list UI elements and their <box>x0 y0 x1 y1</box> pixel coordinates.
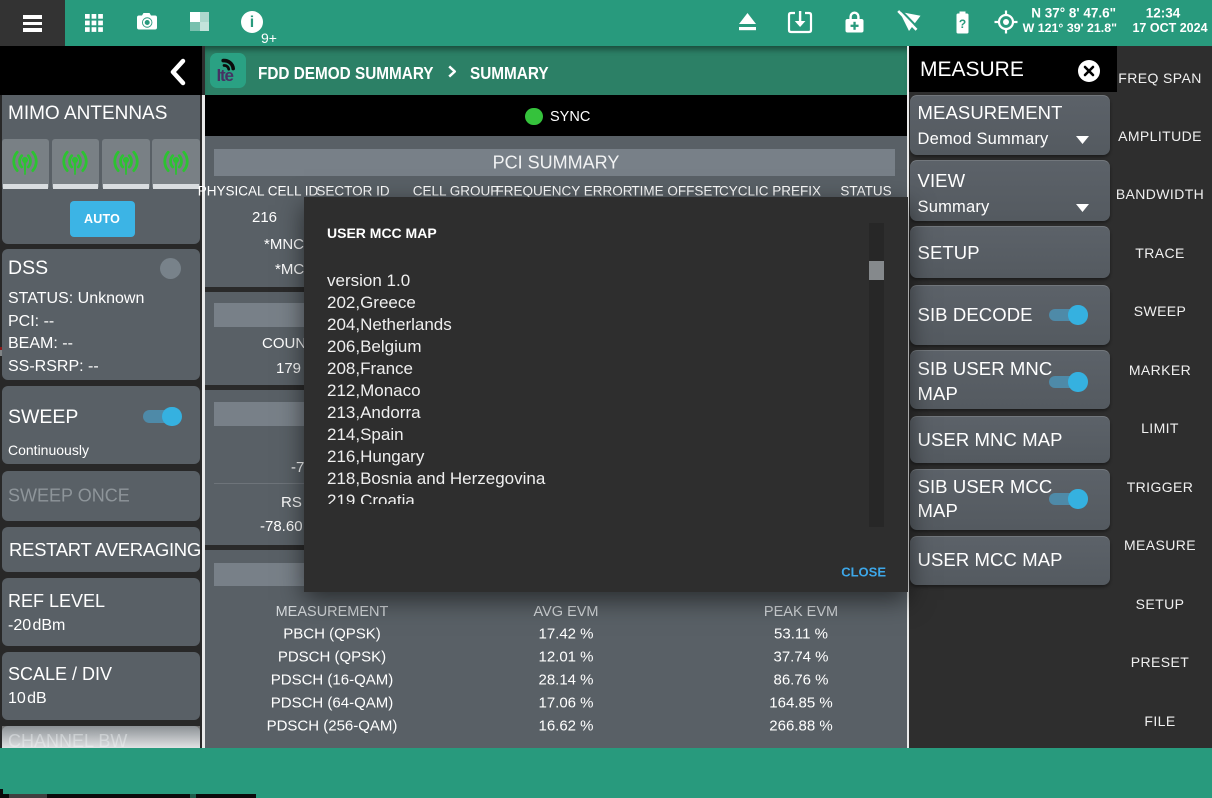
svg-text:lte: lte <box>217 66 234 85</box>
svg-text:?: ? <box>959 17 966 31</box>
